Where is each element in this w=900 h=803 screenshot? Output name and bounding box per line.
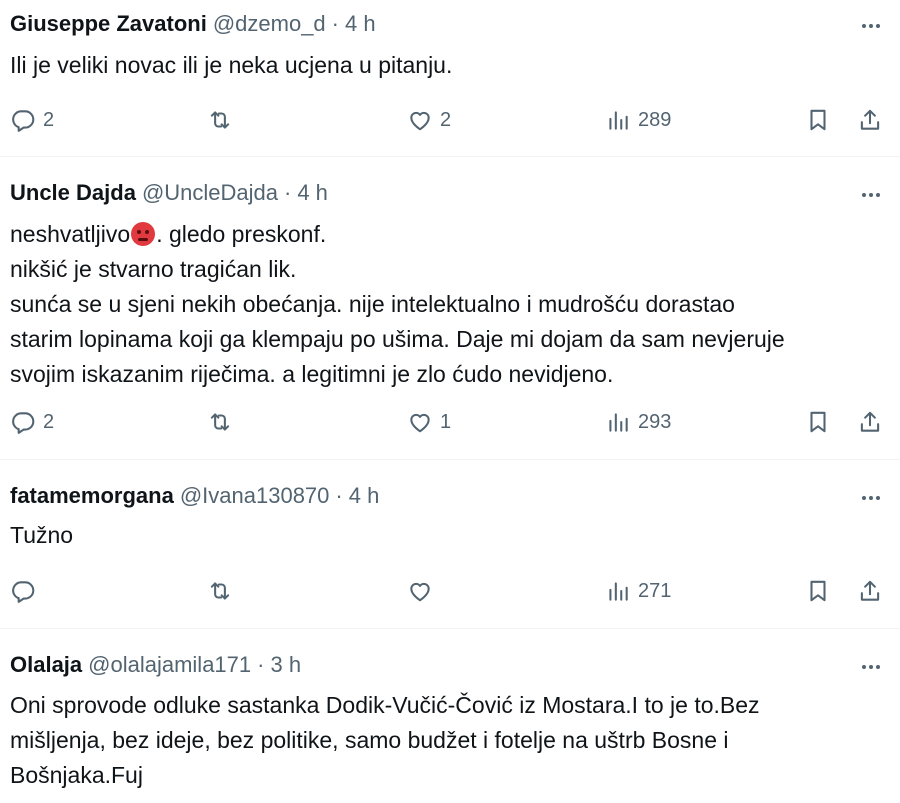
author-handle[interactable]: @olalajamila171 (88, 652, 251, 678)
retweet-icon (210, 111, 230, 129)
more-icon (862, 496, 880, 500)
tweet-text: neshvatljivo . gledo preskonf. nikšić je … (10, 217, 886, 392)
tweet-actions: 2 1 293 (0, 405, 900, 439)
reply-count: 2 (43, 410, 55, 433)
tweet-text-line: Bošnjaka.Fuj (10, 762, 143, 788)
share-icon (860, 580, 880, 601)
views-count: 289 (638, 108, 672, 131)
views-button[interactable]: 289 (605, 103, 671, 137)
views-icon (609, 582, 628, 601)
like-count: 1 (440, 410, 452, 433)
retweet-icon (210, 413, 230, 431)
like-button[interactable] (407, 574, 433, 608)
views-count: 271 (638, 579, 672, 602)
separator-dot: · (284, 180, 292, 205)
more-button[interactable] (856, 12, 886, 40)
tweet-divider (0, 628, 900, 629)
bookmark-button[interactable] (805, 103, 831, 137)
tweet-text-line: mišljenja, bez ideje, bez politike, samo… (10, 727, 729, 753)
bookmark-icon (810, 109, 826, 131)
retweet-icon (210, 582, 230, 600)
author-handle[interactable]: @dzemo_d (213, 11, 326, 37)
timestamp[interactable]: 4 h (349, 483, 380, 509)
more-icon (862, 665, 880, 669)
tweet-divider (0, 156, 900, 157)
bookmark-button[interactable] (805, 574, 831, 608)
tweet-text-line: Oni sprovode odluke sastanka Dodik-Vučić… (10, 692, 760, 718)
tweet-header: Uncle Dajda @UncleDajda · 4 h (10, 179, 328, 207)
tweet-header: Olalaja @olalajamila171 · 3 h (10, 651, 301, 679)
like-button[interactable]: 1 (407, 405, 451, 439)
tweet-text-line: sunća se u sjeni nekih obećanja. nije in… (10, 291, 735, 317)
like-icon (410, 413, 430, 433)
share-button[interactable] (857, 405, 883, 439)
author-handle[interactable]: @UncleDajda (142, 180, 278, 206)
views-button[interactable]: 271 (605, 574, 671, 608)
tweet-header: fatamemorgana @Ivana130870 · 4 h (10, 482, 379, 510)
more-button[interactable] (856, 181, 886, 209)
tweet-divider (0, 459, 900, 460)
more-button[interactable] (856, 484, 886, 512)
views-icon (609, 413, 628, 432)
more-button[interactable] (856, 653, 886, 681)
views-button[interactable]: 293 (605, 405, 671, 439)
author-name[interactable]: Uncle Dajda (10, 180, 136, 206)
timestamp[interactable]: 4 h (345, 11, 376, 37)
share-button[interactable] (857, 103, 883, 137)
tweet-text: Tužno (10, 518, 886, 553)
like-button[interactable]: 2 (407, 103, 451, 137)
views-icon (609, 111, 628, 130)
more-icon (862, 24, 880, 28)
author-name[interactable]: fatamemorgana (10, 483, 174, 509)
like-icon (410, 111, 430, 131)
bookmark-button[interactable] (805, 405, 831, 439)
separator-dot: · (331, 11, 339, 36)
tweet-header: Giuseppe Zavatoni @dzemo_d · 4 h (10, 10, 376, 38)
tweet-text-line: Ili je veliki novac ili je neka ucjena u… (10, 52, 453, 78)
share-icon (860, 109, 880, 130)
reply-icon (12, 581, 35, 603)
tweet-text-line: starim lopinama koji ga klempaju po ušim… (10, 326, 785, 352)
share-button[interactable] (857, 574, 883, 608)
separator-dot: · (335, 483, 343, 508)
reply-icon (12, 110, 35, 132)
reply-icon (12, 412, 35, 434)
more-icon (862, 193, 880, 197)
separator-dot: · (257, 652, 265, 677)
retweet-button[interactable] (207, 405, 233, 439)
timestamp[interactable]: 4 h (297, 180, 328, 206)
reply-button[interactable] (10, 574, 36, 608)
bookmark-icon (810, 411, 826, 433)
tweet-text-line: nikšić je stvarno tragićan lik. (10, 256, 297, 282)
tweet-text: Ili je veliki novac ili je neka ucjena u… (10, 48, 886, 83)
angry-face-emoji (131, 222, 156, 246)
tweet-text-line: svojim iskazanim riječima. a legitimni j… (10, 361, 614, 387)
tweet-text: Oni sprovode odluke sastanka Dodik-Vučić… (10, 688, 886, 793)
author-name[interactable]: Olalaja (10, 652, 82, 678)
author-name[interactable]: Giuseppe Zavatoni (10, 11, 207, 37)
tweet-text-line: Tužno (10, 522, 74, 548)
reply-button[interactable]: 2 (10, 103, 54, 137)
timestamp[interactable]: 3 h (270, 652, 301, 678)
reply-count: 2 (43, 108, 55, 131)
like-icon (410, 582, 430, 602)
text-before-emoji: neshvatljivo (10, 221, 131, 247)
author-handle[interactable]: @Ivana130870 (180, 483, 330, 509)
tweet-actions: 271 (0, 574, 900, 608)
retweet-button[interactable] (207, 103, 233, 137)
text-after-emoji: . gledo preskonf. (156, 221, 327, 247)
bookmark-icon (810, 580, 826, 602)
tweet-actions: 2 2 289 (0, 103, 900, 137)
reply-button[interactable]: 2 (10, 405, 54, 439)
like-count: 2 (440, 108, 452, 131)
tweet-text-line: neshvatljivo . gledo preskonf. (10, 217, 886, 252)
views-count: 293 (638, 410, 672, 433)
share-icon (860, 411, 880, 432)
retweet-button[interactable] (207, 574, 233, 608)
